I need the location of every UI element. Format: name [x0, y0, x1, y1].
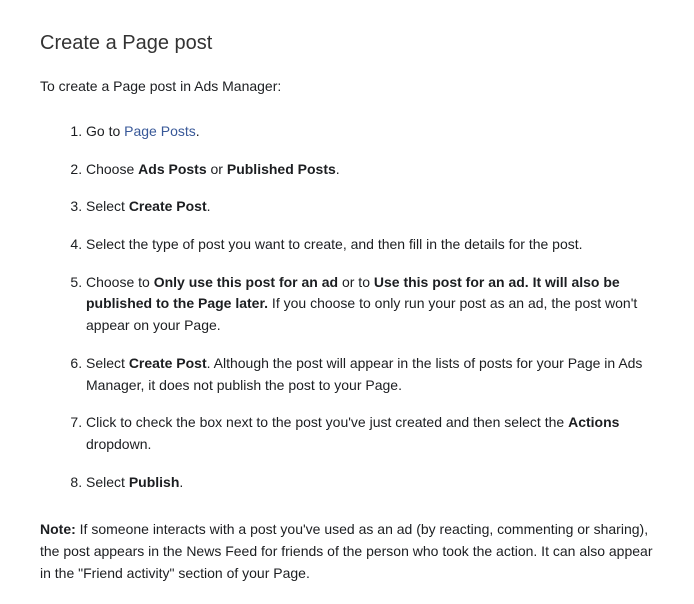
note-paragraph: Note: If someone interacts with a post y… — [40, 519, 654, 584]
step-text-mid: or to — [338, 274, 374, 290]
published-posts-bold: Published Posts — [227, 161, 336, 177]
step-5: Choose to Only use this post for an ad o… — [86, 272, 654, 337]
step-8: Select Publish. — [86, 472, 654, 494]
step-3: Select Create Post. — [86, 196, 654, 218]
step-text-mid: or — [207, 161, 227, 177]
step-2: Choose Ads Posts or Published Posts. — [86, 159, 654, 181]
step-7: Click to check the box next to the post … — [86, 412, 654, 455]
step-text: Click to check the box next to the post … — [86, 414, 568, 430]
publish-bold: Publish — [129, 474, 180, 490]
step-6: Select Create Post. Although the post wi… — [86, 353, 654, 396]
steps-list: Go to Page Posts. Choose Ads Posts or Pu… — [40, 121, 654, 493]
step-text: Choose to — [86, 274, 154, 290]
step-text-suffix: dropdown. — [86, 436, 151, 452]
step-1: Go to Page Posts. — [86, 121, 654, 143]
step-text-suffix: . — [336, 161, 340, 177]
note-label: Note: — [40, 521, 76, 537]
actions-bold: Actions — [568, 414, 619, 430]
page-title: Create a Page post — [40, 28, 654, 58]
step-text-suffix: . — [207, 198, 211, 214]
step-text: Select — [86, 474, 129, 490]
step-text-suffix: . — [179, 474, 183, 490]
step-text: Select the type of post you want to crea… — [86, 236, 583, 252]
step-4: Select the type of post you want to crea… — [86, 234, 654, 256]
ads-posts-bold: Ads Posts — [138, 161, 206, 177]
step-text-suffix: . — [196, 123, 200, 139]
create-post-bold-2: Create Post — [129, 355, 207, 371]
step-text: Choose — [86, 161, 138, 177]
step-text: Select — [86, 355, 129, 371]
only-use-bold: Only use this post for an ad — [154, 274, 338, 290]
step-text: Go to — [86, 123, 124, 139]
step-text: Select — [86, 198, 129, 214]
note-text: If someone interacts with a post you've … — [40, 521, 652, 580]
intro-text: To create a Page post in Ads Manager: — [40, 76, 654, 97]
create-post-bold: Create Post — [129, 198, 207, 214]
page-posts-link[interactable]: Page Posts — [124, 123, 196, 139]
